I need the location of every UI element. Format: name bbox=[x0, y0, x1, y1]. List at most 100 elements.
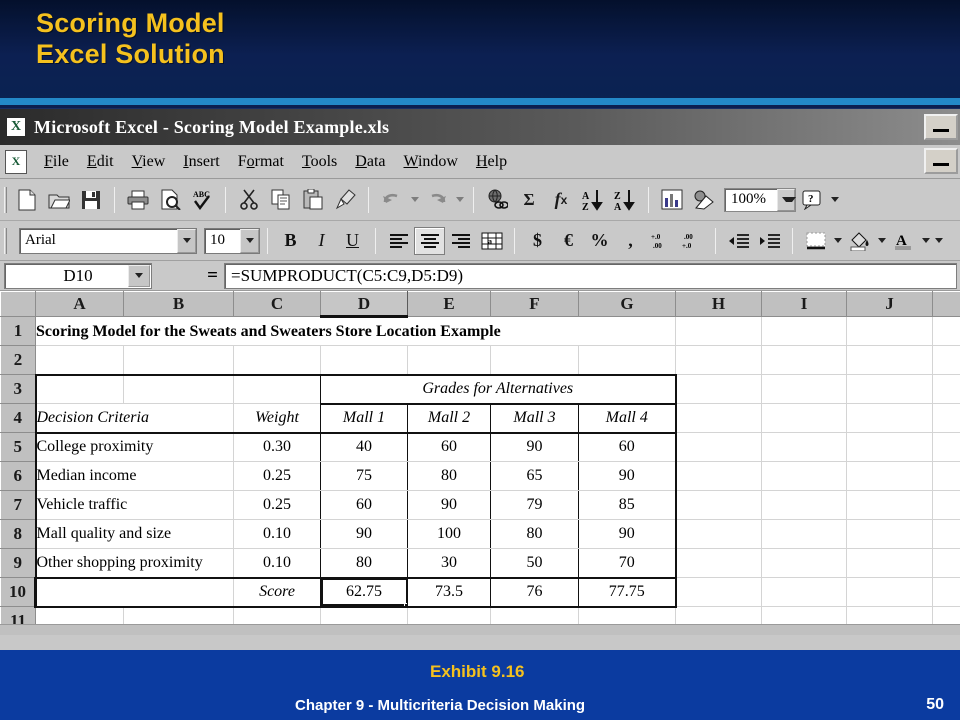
cell-e5[interactable]: 60 bbox=[407, 432, 491, 462]
cell-f7[interactable]: 79 bbox=[490, 490, 579, 520]
autosum-icon[interactable]: Σ bbox=[513, 185, 545, 215]
cell-b2[interactable] bbox=[123, 345, 234, 375]
column-header-d[interactable]: D bbox=[320, 291, 408, 318]
cut-icon[interactable] bbox=[233, 185, 265, 215]
cell-j3[interactable] bbox=[846, 374, 933, 404]
cell-k2[interactable] bbox=[932, 345, 960, 375]
cell-f4[interactable]: Mall 3 bbox=[490, 403, 579, 434]
open-icon[interactable] bbox=[43, 185, 75, 215]
cell-e10[interactable]: 73.5 bbox=[407, 577, 491, 608]
cell-j10[interactable] bbox=[846, 577, 933, 607]
cell-i8[interactable] bbox=[761, 519, 847, 549]
cell-i9[interactable] bbox=[761, 548, 847, 578]
font-color-icon[interactable]: A bbox=[888, 227, 919, 255]
copy-icon[interactable] bbox=[265, 185, 297, 215]
formula-input[interactable]: =SUMPRODUCT(C5:C9,D5:D9) bbox=[224, 262, 957, 289]
minimize-button[interactable] bbox=[924, 114, 958, 140]
cell-g10[interactable]: 77.75 bbox=[578, 577, 677, 608]
cell-k3[interactable] bbox=[932, 374, 960, 404]
cell-i4[interactable] bbox=[761, 403, 847, 433]
print-preview-icon[interactable] bbox=[154, 185, 186, 215]
font-size-combo[interactable]: 10 bbox=[204, 227, 260, 254]
fill-color-dropdown-icon[interactable] bbox=[875, 227, 888, 255]
cell-i5[interactable] bbox=[761, 432, 847, 462]
align-left-icon[interactable] bbox=[383, 227, 414, 255]
cell-j5[interactable] bbox=[846, 432, 933, 462]
hyperlink-icon[interactable] bbox=[481, 185, 513, 215]
menu-item-data[interactable]: Data bbox=[346, 151, 394, 173]
cell-f9[interactable]: 50 bbox=[490, 548, 579, 579]
cell-f8[interactable]: 80 bbox=[490, 519, 579, 549]
cell-h8[interactable] bbox=[675, 519, 762, 549]
cell-i2[interactable] bbox=[761, 345, 847, 375]
comma-icon[interactable]: , bbox=[615, 227, 646, 255]
cell-f5[interactable]: 90 bbox=[490, 432, 579, 462]
toolbar-overflow-icon[interactable] bbox=[828, 186, 841, 214]
align-center-icon[interactable] bbox=[414, 226, 445, 255]
cell-c5[interactable]: 0.30 bbox=[233, 432, 321, 462]
cell-d3[interactable]: Grades for Alternatives bbox=[320, 373, 677, 405]
borders-icon[interactable] bbox=[800, 227, 831, 255]
currency-icon[interactable]: $ bbox=[522, 227, 553, 255]
cell-c2[interactable] bbox=[233, 345, 321, 375]
new-icon[interactable] bbox=[11, 185, 43, 215]
font-color-dropdown-icon[interactable] bbox=[919, 227, 932, 255]
cell-c4[interactable]: Weight bbox=[233, 403, 321, 434]
row-header-8[interactable]: 8 bbox=[0, 519, 36, 549]
cell-e7[interactable]: 90 bbox=[407, 490, 491, 520]
toolbar-grip[interactable] bbox=[4, 186, 7, 213]
cell-d2[interactable] bbox=[320, 345, 408, 375]
font-name-dropdown-icon[interactable] bbox=[177, 228, 196, 253]
cell-a6[interactable]: Median income bbox=[34, 461, 234, 491]
sheet-tab-strip[interactable] bbox=[0, 624, 960, 635]
cell-g9[interactable]: 70 bbox=[578, 548, 677, 579]
cell-c8[interactable]: 0.10 bbox=[233, 519, 321, 549]
cell-h9[interactable] bbox=[675, 548, 762, 578]
cell-a9[interactable]: Other shopping proximity bbox=[34, 548, 234, 579]
menu-item-help[interactable]: Help bbox=[467, 151, 516, 173]
column-header-e[interactable]: E bbox=[407, 291, 491, 317]
cell-h1[interactable] bbox=[675, 316, 762, 346]
align-right-icon[interactable] bbox=[445, 227, 476, 255]
cell-e2[interactable] bbox=[407, 345, 491, 375]
toolbar-overflow-icon[interactable] bbox=[932, 227, 945, 255]
column-header-f[interactable]: F bbox=[490, 291, 579, 317]
save-icon[interactable] bbox=[75, 185, 107, 215]
cell-d6[interactable]: 75 bbox=[320, 461, 408, 491]
cell-k1[interactable] bbox=[932, 316, 960, 346]
cell-k10[interactable] bbox=[932, 577, 960, 607]
percent-icon[interactable]: % bbox=[584, 227, 615, 255]
cell-e4[interactable]: Mall 2 bbox=[407, 403, 491, 434]
cell-a3[interactable] bbox=[34, 373, 124, 404]
cell-j6[interactable] bbox=[846, 461, 933, 491]
cell-a1[interactable]: Scoring Model for the Sweats and Sweater… bbox=[35, 316, 676, 346]
underline-button[interactable]: U bbox=[337, 227, 368, 255]
zoom-dropdown-icon[interactable] bbox=[777, 188, 796, 211]
sort-descending-icon[interactable]: ZA bbox=[609, 185, 641, 215]
cell-a7[interactable]: Vehicle traffic bbox=[34, 490, 234, 520]
cell-d5[interactable]: 40 bbox=[320, 432, 408, 462]
edit-formula-button[interactable]: = bbox=[152, 262, 224, 289]
euro-icon[interactable]: € bbox=[553, 227, 584, 255]
name-box-dropdown-icon[interactable] bbox=[128, 264, 150, 287]
cell-i10[interactable] bbox=[761, 577, 847, 607]
cell-h2[interactable] bbox=[675, 345, 762, 375]
cell-g2[interactable] bbox=[578, 345, 676, 375]
increase-decimal-icon[interactable]: +.0.00 bbox=[646, 227, 677, 255]
row-header-5[interactable]: 5 bbox=[0, 432, 36, 462]
cell-c3[interactable] bbox=[233, 373, 321, 404]
workbook-minimize-button[interactable] bbox=[924, 148, 958, 174]
cell-h6[interactable] bbox=[675, 461, 762, 491]
row-header-6[interactable]: 6 bbox=[0, 461, 36, 491]
cell-c9[interactable]: 0.10 bbox=[233, 548, 321, 579]
cell-h4[interactable] bbox=[675, 403, 762, 433]
cell-h10[interactable] bbox=[675, 577, 762, 607]
cell-j1[interactable] bbox=[846, 316, 933, 346]
column-header-g[interactable]: G bbox=[578, 291, 676, 317]
chart-wizard-icon[interactable] bbox=[656, 185, 688, 215]
italic-button[interactable]: I bbox=[306, 227, 337, 255]
cell-k7[interactable] bbox=[932, 490, 960, 520]
cell-h7[interactable] bbox=[675, 490, 762, 520]
cell-j8[interactable] bbox=[846, 519, 933, 549]
cell-k6[interactable] bbox=[932, 461, 960, 491]
